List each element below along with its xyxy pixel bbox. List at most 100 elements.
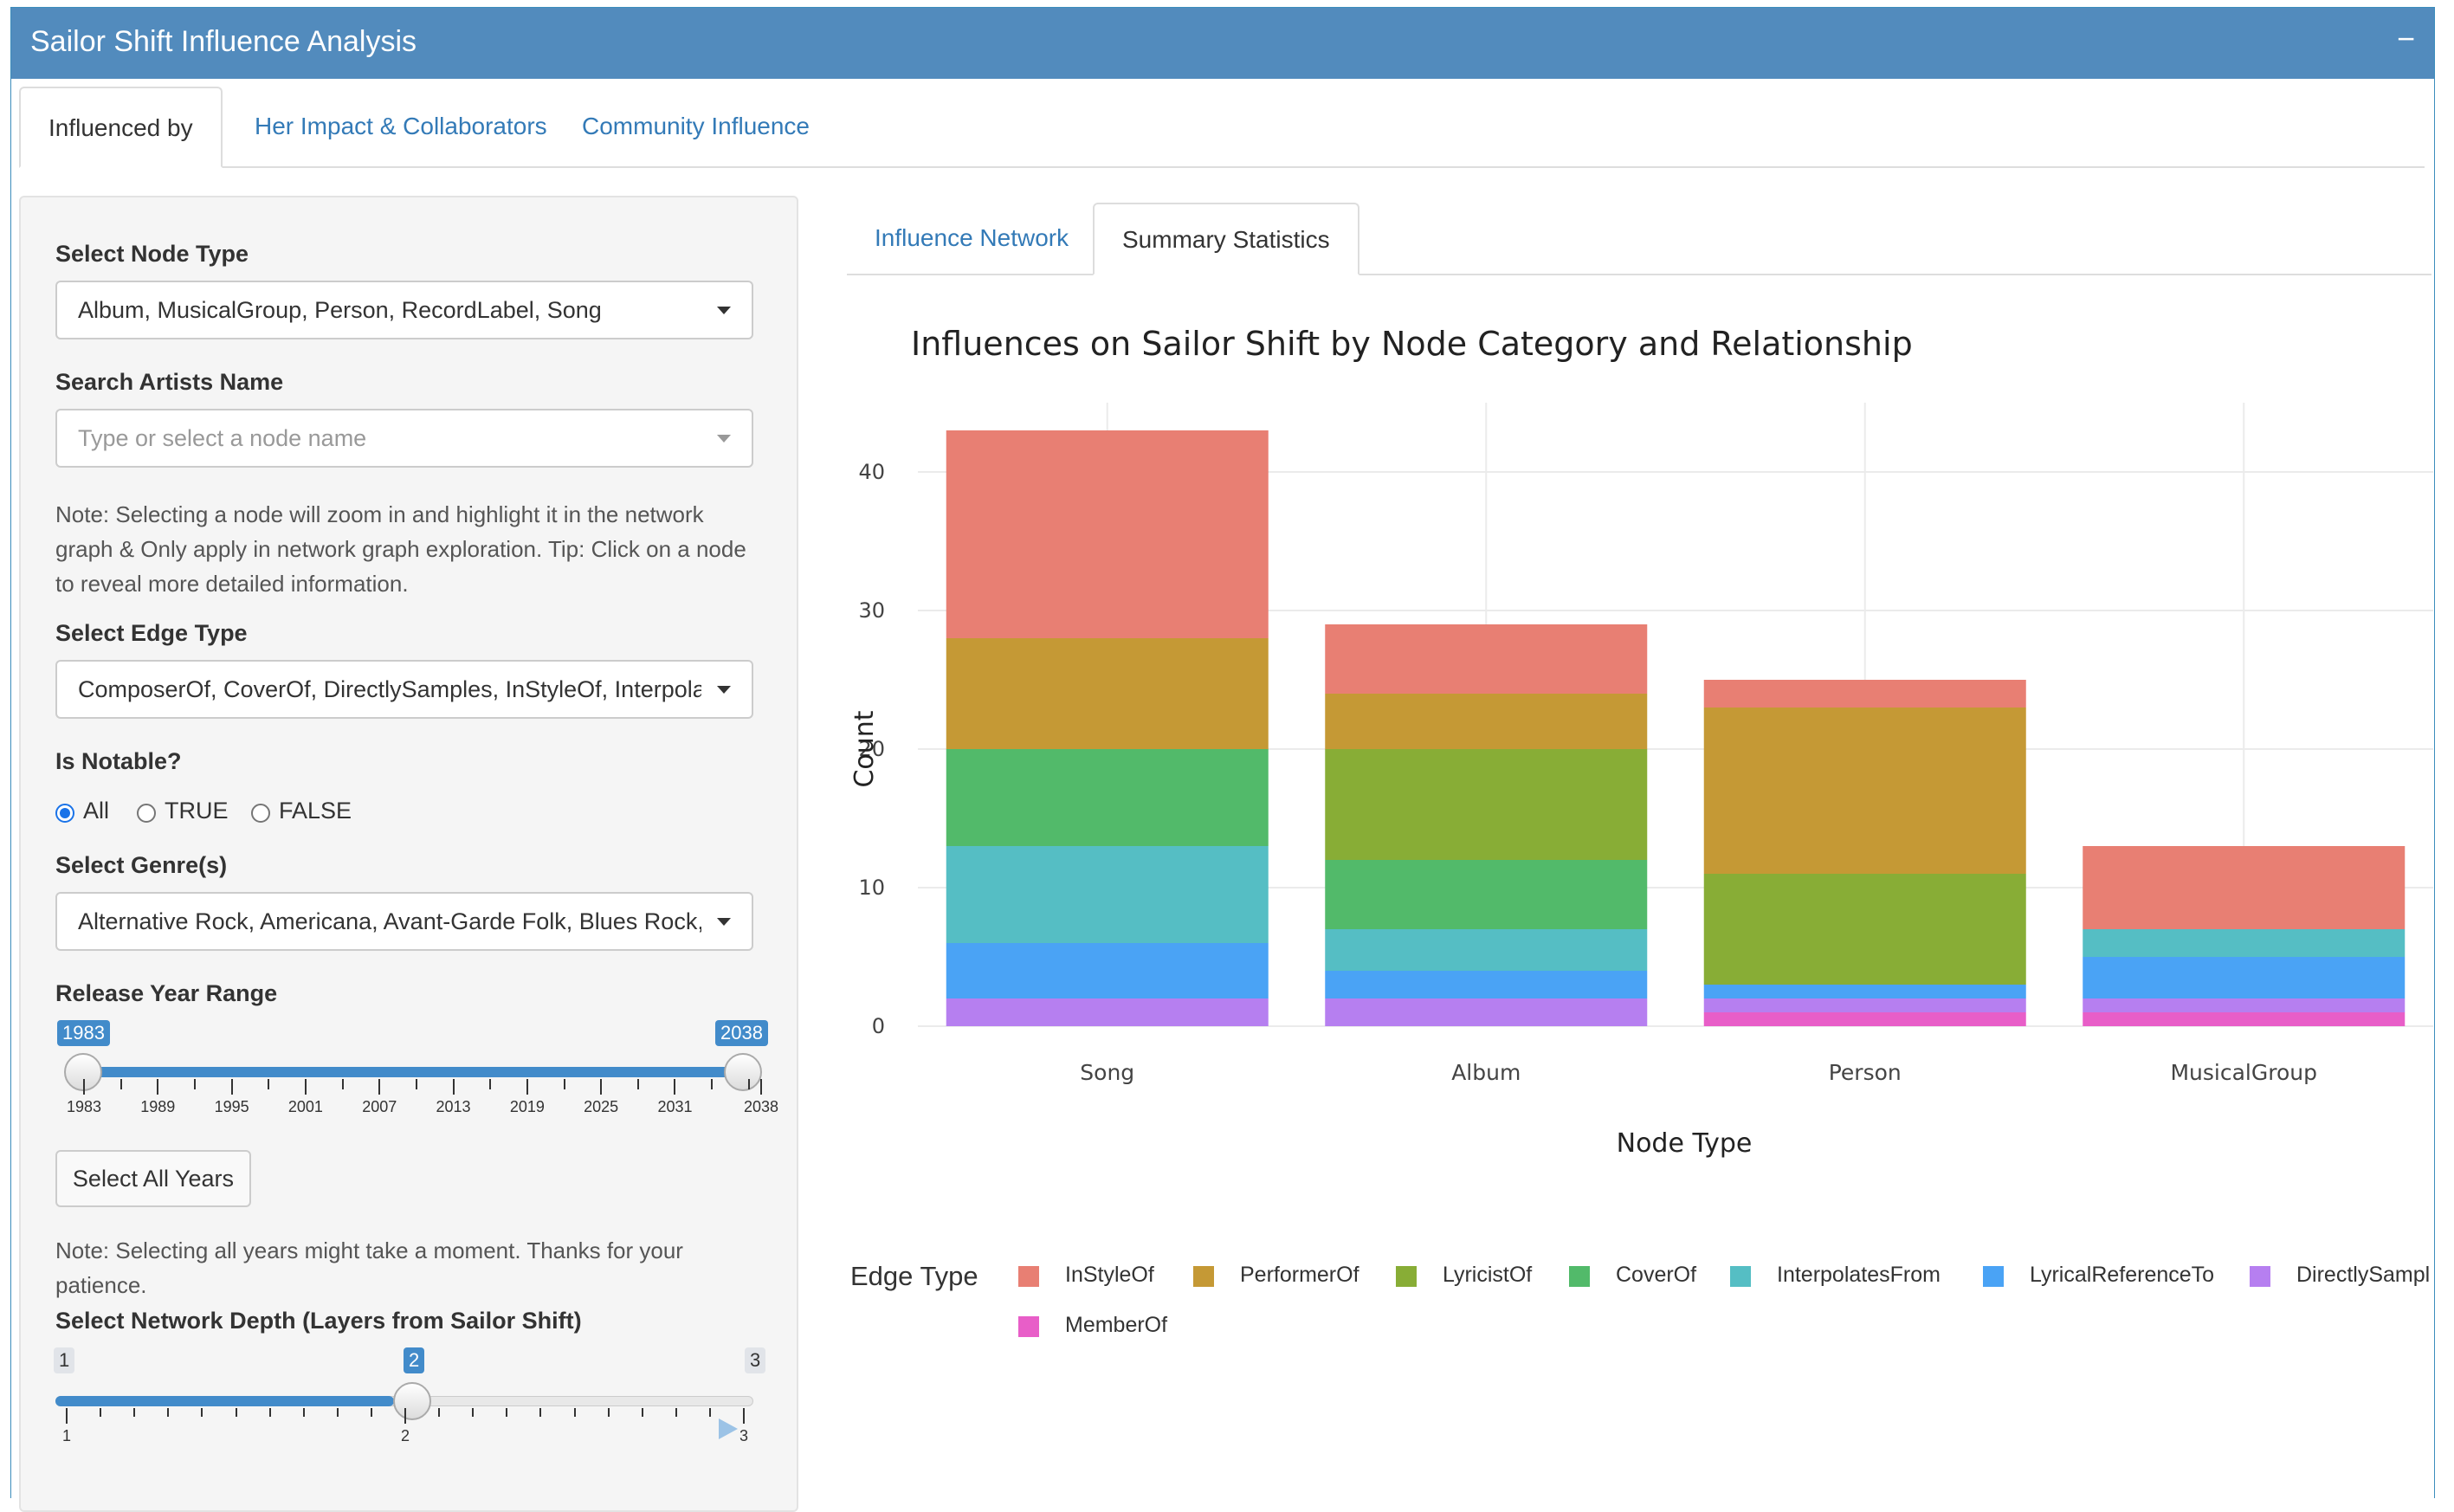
- legend-swatch: [1193, 1266, 1214, 1287]
- legend-swatch: [2250, 1266, 2270, 1287]
- stacked-bar-chart: Influences on Sailor Shift by Node Categ…: [849, 325, 2433, 1159]
- year-range-track[interactable]: [66, 1067, 743, 1077]
- year-tick: [341, 1079, 344, 1089]
- depth-tick: [268, 1408, 271, 1417]
- bar-segment: [2083, 929, 2406, 957]
- legend-item[interactable]: PerformerOf: [1240, 1263, 1359, 1288]
- year-major-tick: [600, 1079, 603, 1095]
- year-tick: [268, 1079, 270, 1089]
- radio-false[interactable]: FALSE: [251, 793, 352, 828]
- edge-type-select[interactable]: ComposerOf, CoverOf, DirectlySamples, In…: [55, 660, 753, 719]
- year-major-tick: [157, 1079, 159, 1095]
- y-tick-label: 10: [858, 876, 885, 900]
- year-major-tick: [304, 1079, 307, 1095]
- year-major-tick: [526, 1079, 528, 1095]
- node-type-select[interactable]: Album, MusicalGroup, Person, RecordLabel…: [55, 281, 753, 339]
- tab-influence-network[interactable]: Influence Network: [847, 203, 1096, 274]
- y-tick-label: 40: [858, 460, 885, 484]
- x-tick-label: Person: [1829, 1060, 1902, 1085]
- main-tabs: Influenced by Her Impact & Collaborators…: [19, 87, 2425, 168]
- bar-segment: [1325, 929, 1648, 971]
- year-major-tick: [760, 1079, 762, 1095]
- radio-true[interactable]: TRUE: [137, 793, 229, 828]
- play-icon[interactable]: [719, 1418, 738, 1439]
- bar-segment: [1325, 971, 1648, 998]
- depth-tick: [133, 1408, 136, 1417]
- year-tick-label: 2031: [657, 1098, 693, 1115]
- legend-swatch: [1018, 1266, 1039, 1287]
- year-tick: [636, 1079, 639, 1089]
- sidebar-panel: Select Node Type Album, MusicalGroup, Pe…: [19, 196, 798, 1512]
- year-tick-label: 2025: [584, 1098, 619, 1115]
- depth-tick-label: 2: [400, 1427, 410, 1444]
- depth-tick: [235, 1408, 237, 1417]
- box-header: Sailor Shift Influence Analysis −: [11, 8, 2434, 79]
- bar-segment: [1703, 985, 2026, 998]
- depth-handle[interactable]: [393, 1382, 431, 1420]
- year-to-handle[interactable]: [724, 1053, 762, 1091]
- year-major-tick: [674, 1079, 676, 1095]
- bar-segment: [2083, 998, 2406, 1012]
- depth-tick: [404, 1408, 406, 1424]
- depth-tick: [607, 1408, 610, 1417]
- year-tick: [193, 1079, 196, 1089]
- radio-true-label: TRUE: [165, 798, 229, 824]
- radio-all-label: All: [83, 798, 110, 824]
- depth-tick: [743, 1408, 745, 1424]
- bar-segment: [1703, 1012, 2026, 1026]
- depth-tick: [573, 1408, 576, 1417]
- tab-summary-statistics[interactable]: Summary Statistics: [1093, 203, 1359, 275]
- legend-item[interactable]: LyricalReferenceTo: [2030, 1263, 2214, 1288]
- tab-her-impact-collaborators[interactable]: Her Impact & Collaborators: [227, 87, 575, 166]
- tab-community-influence[interactable]: Community Influence: [554, 87, 837, 166]
- depth-tick: [675, 1408, 677, 1417]
- depth-tick-label: 1: [61, 1427, 72, 1444]
- year-tick-label: 2007: [362, 1098, 397, 1115]
- bar-segment: [1703, 874, 2026, 985]
- year-tick-label: 1983: [66, 1098, 102, 1115]
- year-major-tick: [452, 1079, 455, 1095]
- depth-track-fill: [55, 1396, 394, 1406]
- legend-item[interactable]: DirectlySampl: [2296, 1263, 2430, 1288]
- select-all-years-button[interactable]: Select All Years: [55, 1150, 251, 1207]
- legend-swatch: [1018, 1316, 1039, 1337]
- year-to-bubble: 2038: [715, 1020, 768, 1046]
- legend-item[interactable]: CoverOf: [1616, 1263, 1696, 1288]
- radio-all[interactable]: All: [55, 793, 109, 828]
- search-placeholder: Type or select a node name: [78, 425, 367, 451]
- legend-item[interactable]: InStyleOf: [1065, 1263, 1154, 1288]
- edge-type-value: ComposerOf, CoverOf, DirectlySamples, In…: [78, 676, 701, 702]
- year-tick: [119, 1079, 122, 1089]
- sub-tabs: Influence Network Summary Statistics: [847, 203, 2431, 275]
- depth-tick: [539, 1408, 542, 1417]
- bar-segment: [2083, 1012, 2406, 1026]
- depth-tick: [708, 1408, 711, 1417]
- year-tick-label: 2001: [287, 1098, 323, 1115]
- legend-item[interactable]: InterpolatesFrom: [1777, 1263, 1941, 1288]
- x-axis-label: Node Type: [1617, 1128, 1753, 1159]
- year-tick-label: 2038: [743, 1098, 779, 1115]
- legend-swatch: [1396, 1266, 1417, 1287]
- genre-select[interactable]: Alternative Rock, Americana, Avant-Garde…: [55, 892, 753, 951]
- year-tick: [415, 1079, 417, 1089]
- depth-tick: [472, 1408, 475, 1417]
- year-tick: [563, 1079, 565, 1089]
- collapse-button[interactable]: −: [2397, 23, 2415, 55]
- depth-tick: [336, 1408, 339, 1417]
- node-selection-note: Note: Selecting a node will zoom in and …: [55, 501, 746, 597]
- legend-item[interactable]: LyricistOf: [1443, 1263, 1532, 1288]
- y-tick-label: 0: [872, 1014, 885, 1038]
- legend-item[interactable]: MemberOf: [1065, 1313, 1167, 1338]
- y-axis-label: Count: [849, 710, 880, 787]
- bar-segment: [946, 749, 1269, 846]
- y-tick-label: 30: [858, 598, 885, 623]
- depth-tick-label: 3: [739, 1427, 749, 1444]
- x-tick-label: Song: [1080, 1060, 1134, 1085]
- year-major-tick: [378, 1079, 381, 1095]
- year-tick-label: 2019: [509, 1098, 545, 1115]
- year-from-bubble: 1983: [57, 1020, 110, 1046]
- search-input[interactable]: Type or select a node name: [55, 409, 753, 468]
- bar-segment: [1703, 680, 2026, 708]
- tab-influenced-by[interactable]: Influenced by: [19, 87, 223, 168]
- depth-value-bubble: 2: [404, 1347, 425, 1373]
